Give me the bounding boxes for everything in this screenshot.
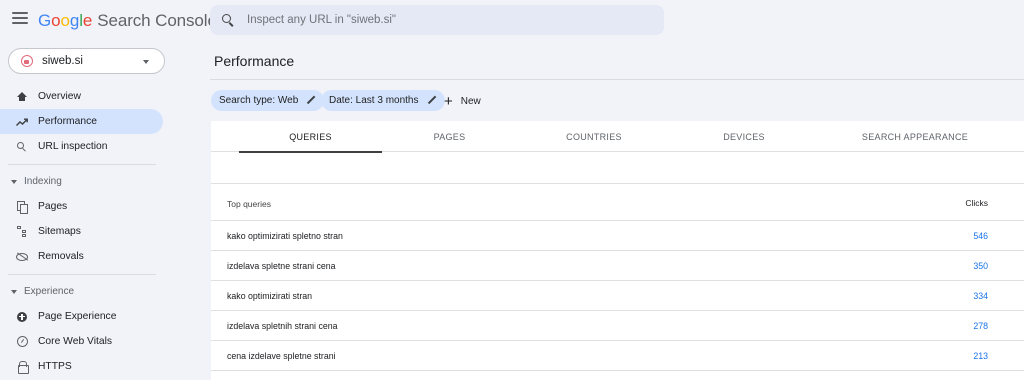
sidebar-item-https[interactable]: HTTPS	[0, 354, 163, 379]
section-experience[interactable]: Experience	[0, 279, 170, 304]
edit-pencil-icon	[427, 96, 437, 106]
clicks-cell: 278	[973, 321, 988, 331]
product-name: Search Console	[97, 11, 217, 30]
sidebar-item-core-web-vitals[interactable]: Core Web Vitals	[0, 329, 163, 354]
sidebar-item-label: Core Web Vitals	[38, 336, 113, 347]
property-name: siweb.si	[42, 55, 83, 67]
collapse-arrow-icon	[11, 179, 17, 184]
sidebar-item-url-inspection[interactable]: URL inspection	[0, 134, 163, 159]
lock-icon	[16, 361, 29, 374]
filter-chip-search-type[interactable]: Search type: Web	[211, 90, 325, 111]
sidebar-divider	[8, 274, 156, 275]
table-header: Top queries Clicks	[211, 184, 1024, 221]
trending-up-icon	[16, 116, 28, 128]
dropdown-arrow-icon	[143, 60, 149, 64]
plus-icon: +	[444, 92, 453, 110]
visibility-off-icon	[16, 251, 28, 263]
table-toolbar	[211, 152, 1024, 184]
sidebar-item-label: URL inspection	[38, 141, 108, 152]
logo-letter: G	[38, 11, 52, 30]
search-icon	[222, 14, 234, 26]
app-logo[interactable]: Google Search Console	[38, 11, 217, 31]
table-row[interactable]: kako optimizirati stran 334	[211, 281, 1024, 311]
table-row[interactable]: izdelava spletnih strani cena 278	[211, 311, 1024, 341]
new-filter-label: New	[460, 95, 481, 107]
search-input[interactable]	[247, 14, 647, 26]
sidebar-item-removals[interactable]: Removals	[0, 244, 163, 269]
sidebar-item-label: Removals	[38, 251, 84, 262]
sidebar-item-label: Sitemaps	[38, 226, 81, 237]
section-indexing[interactable]: Indexing	[0, 169, 170, 194]
property-favicon-icon	[21, 55, 33, 67]
tab-pages[interactable]: PAGES	[391, 121, 508, 152]
new-filter-button[interactable]: + New	[444, 92, 481, 110]
sidebar-item-overview[interactable]: Overview	[0, 84, 163, 109]
column-header-clicks[interactable]: Clicks	[965, 198, 988, 208]
tab-countries[interactable]: COUNTRIES	[529, 121, 659, 152]
edit-pencil-icon	[306, 96, 316, 106]
logo-letter: g	[69, 11, 80, 30]
filter-chip-label: Search type: Web	[219, 95, 299, 106]
sidebar-item-sitemaps[interactable]: Sitemaps	[0, 219, 163, 244]
filter-chip-label: Date: Last 3 months	[329, 95, 419, 106]
sidebar-item-page-experience[interactable]: Page Experience	[0, 304, 163, 329]
page-title: Performance	[214, 53, 295, 69]
property-selector[interactable]: siweb.si	[8, 48, 165, 74]
query-cell: kako optimizirati spletno stran	[227, 231, 343, 241]
query-cell: izdelava spletnih strani cena	[227, 321, 338, 331]
sidebar-item-label: Page Experience	[38, 311, 117, 322]
dimension-tabs: QUERIES PAGES COUNTRIES DEVICES SEARCH A…	[211, 121, 1024, 153]
section-label: Experience	[24, 286, 75, 297]
sidebar-item-label: Performance	[38, 116, 97, 127]
query-cell: cena izdelave spletne strani	[227, 351, 336, 361]
section-label: Indexing	[24, 176, 62, 187]
url-inspection-search[interactable]	[210, 5, 664, 35]
query-cell: kako optimizirati stran	[227, 291, 313, 301]
tab-search-appearance[interactable]: SEARCH APPEARANCE	[831, 121, 999, 152]
home-icon	[16, 91, 28, 103]
results-panel: QUERIES PAGES COUNTRIES DEVICES SEARCH A…	[211, 121, 1024, 380]
top-bar: Google Search Console	[0, 0, 1024, 40]
clicks-cell: 334	[973, 291, 988, 301]
header-divider	[210, 79, 1024, 80]
clicks-cell: 213	[973, 351, 988, 361]
table-row[interactable]: kako optimizirati spletno stran 546	[211, 221, 1024, 251]
pages-icon	[16, 201, 28, 214]
query-cell: izdelava spletne strani cena	[227, 261, 336, 271]
add-circle-icon	[16, 311, 28, 323]
menu-icon[interactable]	[12, 12, 28, 26]
column-header-query[interactable]: Top queries	[227, 199, 271, 209]
speed-gauge-icon	[16, 336, 28, 348]
sidebar: Overview Performance URL inspection Inde…	[0, 84, 170, 379]
tab-devices[interactable]: DEVICES	[681, 121, 807, 152]
table-row[interactable]: izdelava spletne strani cena 350	[211, 251, 1024, 281]
logo-letter: e	[82, 11, 93, 30]
sidebar-item-performance[interactable]: Performance	[0, 109, 163, 134]
sidebar-item-label: HTTPS	[38, 361, 72, 372]
collapse-arrow-icon	[11, 289, 17, 294]
sitemap-icon	[16, 226, 28, 238]
sidebar-item-pages[interactable]: Pages	[0, 194, 163, 219]
tab-queries[interactable]: QUERIES	[239, 121, 382, 153]
sidebar-divider	[8, 164, 156, 165]
sidebar-item-label: Overview	[38, 91, 81, 102]
sidebar-item-label: Pages	[38, 201, 68, 212]
clicks-cell: 546	[973, 231, 988, 241]
clicks-cell: 350	[973, 261, 988, 271]
logo-letter: o	[60, 11, 70, 30]
filter-chip-date[interactable]: Date: Last 3 months	[321, 90, 445, 111]
table-row[interactable]: cena izdelave spletne strani 213	[211, 341, 1024, 371]
search-icon	[16, 141, 28, 153]
